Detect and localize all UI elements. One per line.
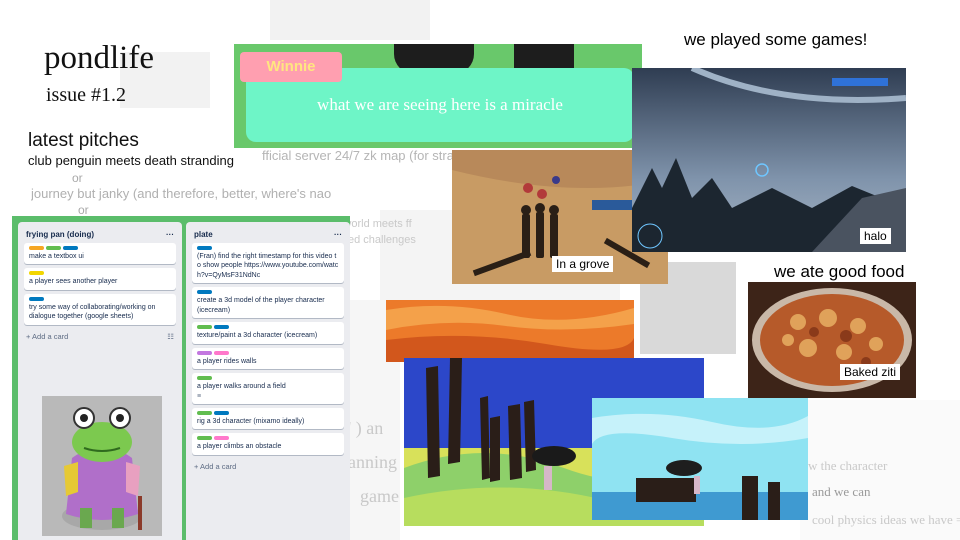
- pitch-item-1: club penguin meets death stranding: [28, 153, 234, 168]
- card-text: (Fran) find the right timestamp for this…: [197, 253, 339, 279]
- bg-text-game: game: [360, 486, 399, 506]
- card[interactable]: rig a 3d character (mixamo ideally): [192, 407, 344, 430]
- card-label: [29, 246, 44, 250]
- games-heading: we played some games!: [684, 30, 868, 49]
- frog-illustration: [42, 396, 162, 536]
- list-title-plate: plate ···: [194, 230, 342, 239]
- card-label: [197, 376, 212, 381]
- issue-number: issue #1.2: [46, 84, 126, 106]
- board-list-plate: plate ··· (Fran) find the right timestam…: [186, 222, 350, 540]
- bg-text-lanning: anning: [348, 452, 397, 472]
- card-label: [214, 350, 229, 355]
- dark-silhouette: [514, 44, 574, 70]
- card-text: a player sees another player: [29, 278, 118, 286]
- card-text: rig a 3d character (mixamo ideally): [197, 417, 305, 425]
- pitch-item-2: journey but janky (and therefore, better…: [31, 186, 331, 201]
- add-card-button[interactable]: + Add a card ☷: [24, 329, 176, 344]
- dialog-speaker-tag: Winnie: [240, 52, 342, 82]
- list-menu-icon[interactable]: ···: [334, 230, 342, 239]
- cyan-sky-game-screenshot: [592, 398, 808, 520]
- card-label: [29, 296, 44, 301]
- card-labels: [29, 246, 171, 250]
- add-card-button[interactable]: + Add a card: [192, 459, 344, 474]
- card-label: [63, 246, 78, 250]
- card-text: a player rides walls: [197, 357, 257, 365]
- card-template-icon[interactable]: ☷: [167, 332, 174, 341]
- card-text: texture/paint a 3d character (icecream): [197, 332, 318, 340]
- pitch-separator-2: or: [78, 203, 89, 217]
- card-label: [197, 350, 212, 355]
- card-labels: [197, 410, 339, 415]
- list-title-doing: frying pan (doing) ···: [26, 230, 174, 239]
- card[interactable]: texture/paint a 3d character (icecream): [192, 322, 344, 344]
- card-label: [214, 436, 229, 441]
- card-label: [197, 290, 212, 295]
- card-labels: [29, 296, 171, 301]
- card-text: create a 3d model of the player characte…: [197, 297, 325, 314]
- card[interactable]: a player rides walls: [192, 347, 344, 370]
- card-label: [197, 410, 212, 415]
- halo-screenshot: halo: [632, 68, 906, 252]
- card-labels: [197, 350, 339, 355]
- card-labels: [29, 271, 171, 276]
- frog-character-image: [42, 396, 162, 536]
- card-text: a player walks around a field: [197, 383, 286, 391]
- cyan-sky-illustration: [592, 398, 808, 520]
- card-label: [197, 246, 212, 250]
- dialog-screenshot: what we are seeing here is a miracle Win…: [234, 44, 642, 148]
- bg-text-physics: cool physics ideas we have =): [812, 512, 960, 527]
- pitch-separator-1: or: [72, 171, 83, 185]
- board-list-doing: frying pan (doing) ··· make a textbox ui…: [18, 222, 182, 540]
- card[interactable]: a player sees another player: [24, 268, 176, 290]
- card[interactable]: (Fran) find the right timestamp for this…: [192, 243, 344, 284]
- grove-caption: In a grove: [552, 256, 614, 272]
- card[interactable]: a player walks around a field ≡: [192, 373, 344, 404]
- ziti-illustration: [748, 282, 916, 398]
- sunset-game-screenshot: [386, 300, 634, 362]
- card-text: a player climbs an obstacle: [197, 443, 282, 451]
- card-text: make a textbox ui: [29, 253, 84, 260]
- card-text: try some way of collaborating/working on…: [29, 303, 156, 321]
- halo-illustration: [632, 68, 906, 252]
- card-label: [29, 271, 44, 276]
- card-labels: [197, 290, 339, 295]
- list-menu-icon[interactable]: ···: [166, 230, 174, 239]
- card[interactable]: make a textbox ui: [24, 243, 176, 265]
- card-labels: [197, 246, 339, 250]
- bg-panel-top: [270, 0, 430, 40]
- description-icon: ≡: [197, 392, 202, 400]
- food-heading: we ate good food: [772, 262, 907, 282]
- card-label: [197, 325, 212, 330]
- halo-caption: halo: [860, 228, 891, 244]
- bg-text-paren: ' ) an: [348, 418, 384, 438]
- pitches-heading: latest pitches: [28, 130, 139, 151]
- card[interactable]: create a 3d model of the player characte…: [192, 287, 344, 319]
- card-label: [197, 436, 212, 441]
- card-label: [214, 410, 229, 415]
- card[interactable]: a player climbs an obstacle: [192, 433, 344, 455]
- bg-text-and-we-can: and we can: [812, 484, 871, 499]
- bg-text-character: w the character: [808, 458, 888, 473]
- baked-ziti-photo: Baked ziti: [748, 282, 916, 398]
- task-board: frying pan (doing) ··· make a textbox ui…: [12, 216, 350, 540]
- card-label: [214, 325, 229, 330]
- card[interactable]: try some way of collaborating/working on…: [24, 293, 176, 325]
- ziti-caption: Baked ziti: [840, 364, 901, 380]
- card-label: [46, 246, 61, 250]
- bg-text-challenges: ed challenges: [348, 234, 416, 246]
- bg-text-server: fficial server 24/7 zk map (for stranger…: [262, 148, 485, 163]
- card-labels: [197, 376, 339, 381]
- card-labels: [197, 436, 339, 441]
- card-labels: [197, 325, 339, 330]
- sunset-illustration: [386, 300, 634, 362]
- magazine-title: pondlife: [44, 40, 154, 76]
